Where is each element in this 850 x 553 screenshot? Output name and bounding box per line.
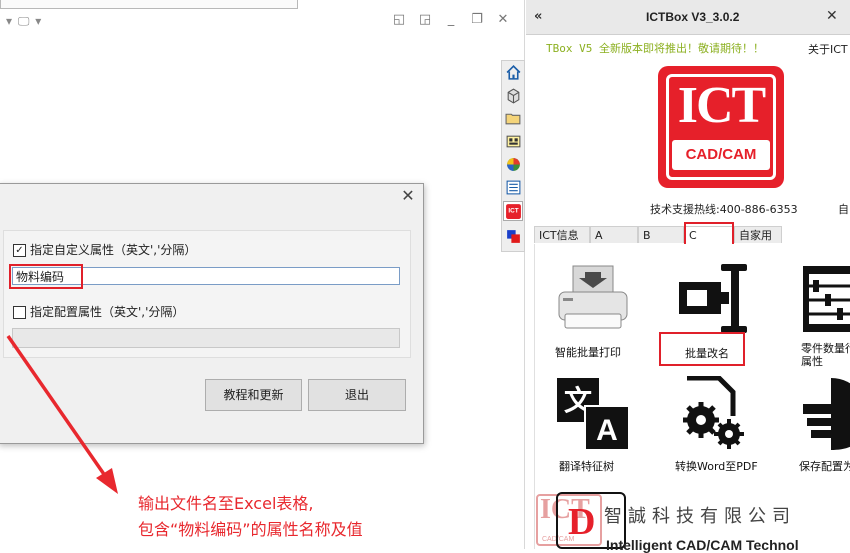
close-button[interactable]: ✕ <box>496 13 510 27</box>
top-toolbar-strip <box>0 0 298 9</box>
ict-logo: ICT CAD/CAM <box>658 66 784 188</box>
annotation-line-1: 输出文件名至Excel表格, <box>138 494 314 513</box>
support-hotline: 技术支援热线:400-886-6353 <box>650 203 798 216</box>
home-icon[interactable] <box>503 62 523 82</box>
item-highlight-box <box>659 332 745 366</box>
appearance-icon[interactable] <box>503 154 523 174</box>
about-link[interactable]: 关于ICT <box>808 41 848 57</box>
logo-text: ICT <box>677 77 766 134</box>
abacus-icon[interactable] <box>801 262 850 336</box>
company-name-cn: 智誠科技有限公司 <box>604 506 796 527</box>
folder-icon[interactable] <box>503 108 523 128</box>
view-controls[interactable]: ▾ 🖵 ▾ <box>6 14 43 29</box>
dropdown-arrow-icon[interactable]: ▾ <box>6 14 12 28</box>
restore-left-icon[interactable]: ◱ <box>392 13 406 27</box>
config-attr-checkbox[interactable] <box>13 306 26 319</box>
truncated-label: 自 <box>838 203 849 216</box>
tab-home-use[interactable]: 自家用 <box>734 226 782 243</box>
config-attr-label: 指定配置属性（英文','分隔） <box>30 305 185 319</box>
ictbox-panel: « ICTBox V3_3.0.2 ✕ TBox V5 全新版本即将推出！敬请期… <box>526 0 850 553</box>
item-label[interactable]: 转换Word至PDF <box>675 458 758 474</box>
logo-subtext: CAD/CAM <box>685 146 757 163</box>
tutorial-update-button[interactable]: 教程和更新 <box>205 379 302 411</box>
view-palette-icon[interactable] <box>503 131 523 151</box>
custom-attr-label: 指定自定义属性（英文','分隔） <box>30 243 197 257</box>
tab-ict-info[interactable]: ICT信息 <box>534 226 590 243</box>
minimize-button[interactable]: _ <box>444 13 458 27</box>
highlight-box <box>9 264 83 289</box>
collapse-icon[interactable]: « <box>534 9 542 24</box>
dropdown-arrow-icon[interactable]: ▾ <box>35 14 41 28</box>
item-label[interactable]: 翻译特征树 <box>559 458 614 474</box>
tab-b[interactable]: B <box>638 226 684 243</box>
annotation-text: 输出文件名至Excel表格, 包含“物料编码”的属性名称及值 <box>138 491 363 543</box>
panel-title: ICTBox V3_3.0.2 <box>646 10 740 24</box>
close-icon[interactable]: ✕ <box>399 187 417 205</box>
task-pane-toolbar: ICT <box>501 60 525 252</box>
footer-letter: D <box>568 501 596 543</box>
custom-properties-icon[interactable] <box>503 177 523 197</box>
custom-attr-checkbox[interactable]: ✓ <box>13 244 26 257</box>
item-label[interactable]: 智能批量打印 <box>555 344 621 360</box>
tools-icon[interactable] <box>503 226 523 246</box>
item-label[interactable]: 零件数量行 属性 <box>801 342 850 368</box>
notice-text: TBox V5 全新版本即将推出！敬请期待！！ <box>546 42 764 55</box>
annotation-arrow <box>6 335 118 494</box>
company-name-en: Intelligent CAD/CAM Technol <box>606 537 799 553</box>
exit-button[interactable]: 退出 <box>308 379 406 411</box>
parts-library-icon[interactable] <box>503 85 523 105</box>
printer-icon[interactable] <box>555 264 631 332</box>
rename-icon[interactable] <box>675 262 749 336</box>
svg-text:ICT: ICT <box>508 207 518 214</box>
ictbox-icon[interactable]: ICT <box>503 201 523 221</box>
restore-right-icon[interactable]: ◲ <box>418 13 432 27</box>
save-config-icon[interactable] <box>801 376 850 452</box>
monitor-icon[interactable]: 🖵 <box>18 14 30 28</box>
close-icon[interactable]: ✕ <box>826 8 838 24</box>
tab-a[interactable]: A <box>590 226 638 243</box>
annotation-line-2: 包含“物料编码”的属性名称及值 <box>138 520 363 539</box>
maximize-button[interactable]: ❐ <box>470 13 484 27</box>
item-label[interactable]: 保存配置为 <box>799 458 850 474</box>
svg-text:A: A <box>596 414 618 447</box>
gears-doc-icon[interactable] <box>675 376 751 452</box>
translate-icon[interactable]: 文 A <box>555 376 631 452</box>
